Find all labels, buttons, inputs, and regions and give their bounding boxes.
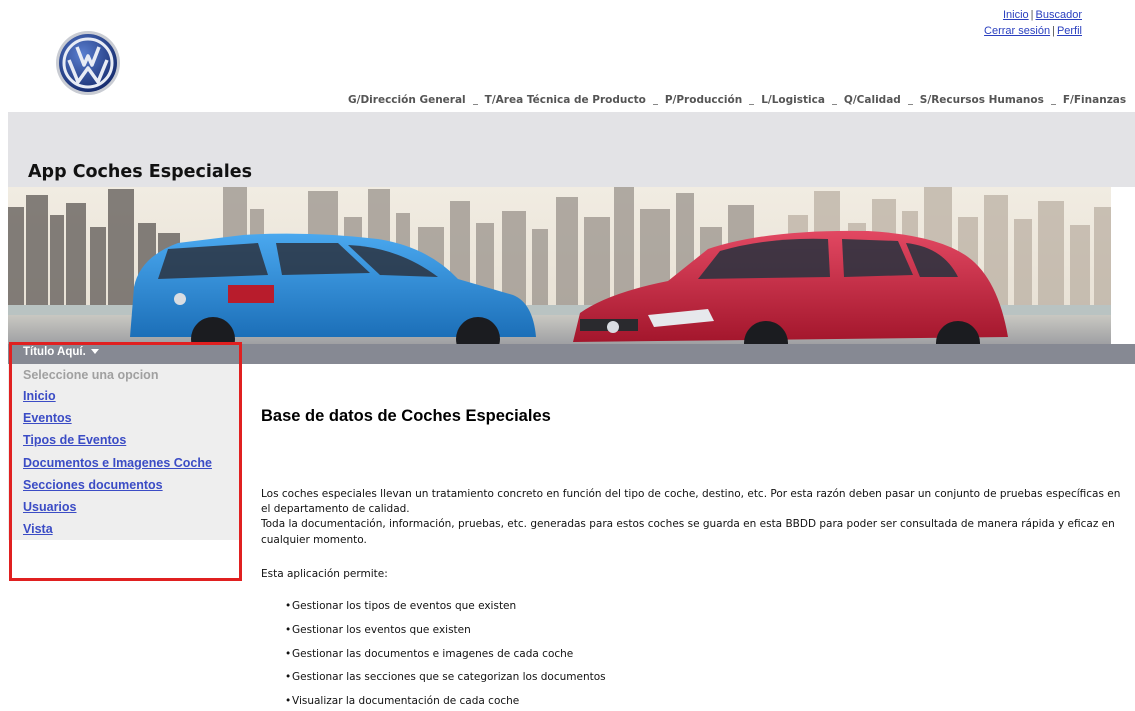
perfil-link[interactable]: Perfil — [1057, 25, 1082, 37]
feature-item: Gestionar las secciones que se categoriz… — [285, 671, 606, 695]
dept-finanzas[interactable]: F/Finanzas — [1063, 94, 1126, 106]
dept-logistica[interactable]: L/Logistica — [761, 94, 825, 106]
description-paragraph: Toda la documentación, información, prue… — [261, 518, 1115, 546]
feature-item: Gestionar las documentos e imagenes de c… — [285, 648, 606, 672]
link-separator: | — [1052, 25, 1055, 37]
description-paragraph: Los coches especiales llevan un tratamie… — [261, 488, 1121, 516]
dept-calidad[interactable]: Q/Calidad — [844, 94, 901, 106]
nav-separator — [907, 94, 913, 105]
nav-separator — [472, 94, 478, 105]
features-intro: Esta aplicación permite: — [261, 568, 388, 580]
feature-item: Gestionar los eventos que existen — [285, 624, 606, 648]
banner-image — [8, 187, 1111, 344]
feature-item: Gestionar los tipos de eventos que exist… — [285, 600, 606, 624]
app-title: App Coches Especiales — [28, 162, 252, 182]
buscador-link[interactable]: Buscador — [1036, 9, 1082, 21]
dept-recursos-humanos[interactable]: S/Recursos Humanos — [920, 94, 1044, 106]
inicio-link[interactable]: Inicio — [1003, 9, 1029, 21]
dept-direccion-general[interactable]: G/Dirección General — [348, 94, 466, 106]
link-separator: | — [1030, 9, 1034, 21]
feature-item: Visualizar la documentación de cada coch… — [285, 695, 606, 711]
nav-separator — [652, 94, 658, 105]
description-text: Los coches especiales llevan un tratamie… — [261, 487, 1131, 548]
cerrar-sesion-link[interactable]: Cerrar sesión — [984, 25, 1050, 37]
dept-area-tecnica[interactable]: T/Area Técnica de Producto — [485, 94, 646, 106]
department-nav: G/Dirección General T/Area Técnica de Pr… — [348, 94, 1126, 106]
dept-produccion[interactable]: P/Producción — [665, 94, 742, 106]
nav-separator — [1050, 94, 1056, 105]
features-list: Gestionar los tipos de eventos que exist… — [285, 600, 606, 711]
nav-separator — [749, 94, 755, 105]
user-links: Inicio | Buscador Cerrar sesión | Perfil — [984, 7, 1082, 39]
nav-separator — [831, 94, 837, 105]
menu-highlight-box — [9, 342, 242, 581]
vw-logo-icon — [56, 31, 120, 95]
page-title: Base de datos de Coches Especiales — [261, 407, 551, 425]
